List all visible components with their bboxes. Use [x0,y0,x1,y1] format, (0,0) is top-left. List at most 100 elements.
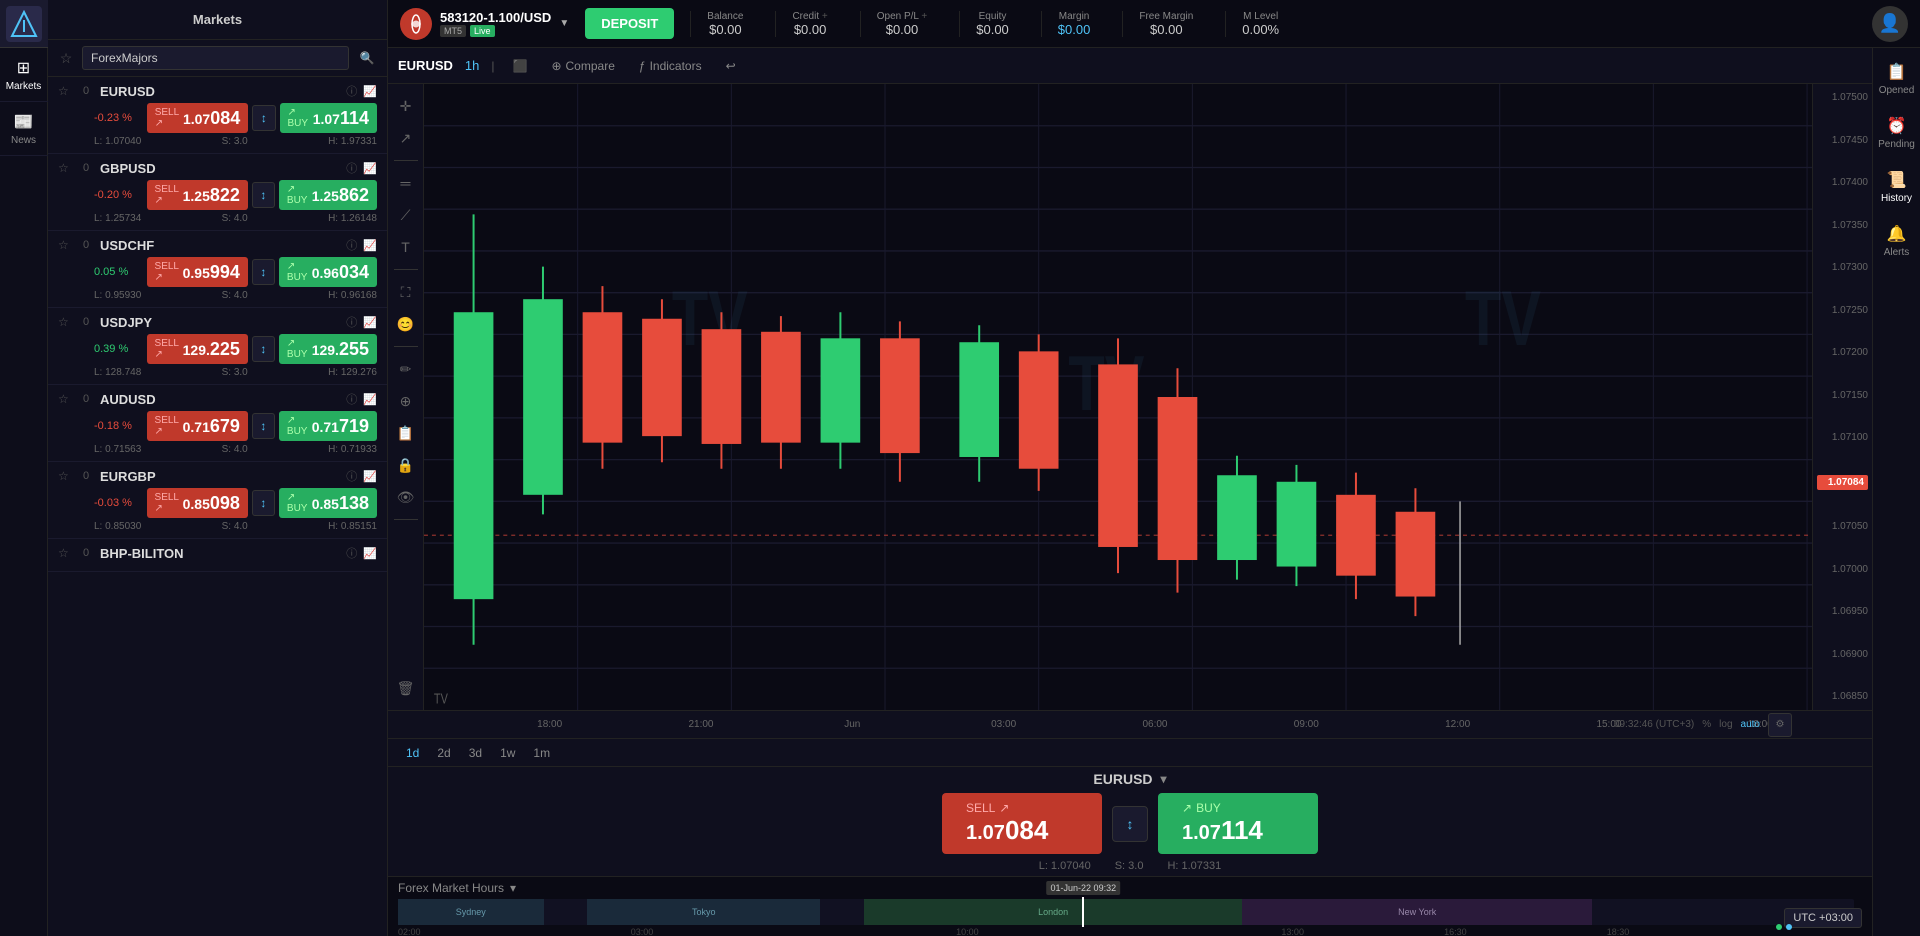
gbpusd-chart[interactable]: 📈 [363,162,377,175]
usdchf-mid-btn[interactable]: ↕ [252,259,275,285]
market-item-eurgbp[interactable]: ☆ 0 EURGBP ⓘ 📈 -0.03 % SELL ↗ 0.85098 ↕ … [48,462,387,539]
profile-button[interactable]: 👤 [1872,6,1908,42]
bhp-star[interactable]: ☆ [58,546,72,560]
eurgbp-chart[interactable]: 📈 [363,470,377,483]
eurusd-sell-btn[interactable]: SELL ↗ 1.07084 [147,103,249,133]
usdchf-star[interactable]: ☆ [58,238,72,252]
trade-sell-button[interactable]: SELL ↗ 1.07084 [942,793,1102,854]
gbpusd-info[interactable]: ⓘ [346,160,357,176]
stat-balance: Balance $0.00 [690,11,759,37]
period-2d[interactable]: 2d [429,743,458,763]
market-item-audusd[interactable]: ☆ 0 AUDUSD ⓘ 📈 -0.18 % SELL ↗ 0.71679 ↕ … [48,385,387,462]
gbpusd-star[interactable]: ☆ [58,161,72,175]
right-item-history[interactable]: 📜 History [1873,160,1920,214]
eurgbp-info[interactable]: ⓘ [346,468,357,484]
deposit-button[interactable]: DEPOSIT [585,8,674,39]
audusd-mid-btn[interactable]: ↕ [252,413,275,439]
audusd-chart[interactable]: 📈 [363,393,377,406]
chart-indicators-btn[interactable]: ƒ Indicators [633,57,708,75]
market-item-usdchf[interactable]: ☆ 0 USDCHF ⓘ 📈 0.05 % SELL ↗ 0.95994 ↕ ↗… [48,231,387,308]
market-item-gbpusd[interactable]: ☆ 0 GBPUSD ⓘ 📈 -0.20 % SELL ↗ 1.25822 ↕ … [48,154,387,231]
market-item-usdjpy[interactable]: ☆ 0 USDJPY ⓘ 📈 0.39 % SELL ↗ 129.225 ↕ ↗… [48,308,387,385]
nav-item-markets[interactable]: ⊞ Markets [0,48,48,102]
eurgbp-sell-btn[interactable]: SELL ↗ 0.85098 [147,488,248,518]
draw-tool-10[interactable]: 🔒 [392,451,420,479]
eurgbp-change: -0.03 % [94,497,143,509]
usdjpy-chart[interactable]: 📈 [363,316,377,329]
alerts-icon: 🔔 [1887,224,1907,244]
usdchf-sell-btn[interactable]: SELL ↗ 0.95994 [147,257,248,287]
draw-tool-2[interactable]: ═ [392,169,420,197]
crosshair-tool[interactable]: ✛ [392,92,420,120]
usdjpy-buy-btn[interactable]: ↗ BUY 129.255 [279,334,377,364]
market-item-eurusd[interactable]: ☆ 0 EURUSD ⓘ 📈 -0.23 % SELL ↗ 1.07084 ↕ … [48,77,387,154]
eurusd-chart[interactable]: 📈 [363,85,377,98]
period-1w[interactable]: 1w [492,743,523,763]
audusd-star[interactable]: ☆ [58,392,72,406]
chart-auto[interactable]: auto [1741,719,1760,730]
utc-button[interactable]: UTC +03:00 [1784,908,1862,928]
draw-tool-7[interactable]: ✏ [392,355,420,383]
gbpusd-buy-btn[interactable]: ↗ BUY 1.25862 [279,180,377,210]
period-3d[interactable]: 3d [461,743,490,763]
period-bar: 1d 2d 3d 1w 1m [388,738,1872,766]
chart-candlestick-btn[interactable]: ⬛ [507,57,534,75]
right-item-alerts[interactable]: 🔔 Alerts [1873,214,1920,268]
right-item-pending[interactable]: ⏰ Pending [1873,106,1920,160]
usdchf-change: 0.05 % [94,266,143,278]
audusd-buy-btn[interactable]: ↗ BUY 0.71719 [279,411,377,441]
trade-mid-button[interactable]: ↕ [1112,806,1148,842]
draw-tool-delete[interactable]: 🗑 [392,674,420,702]
eurusd-star[interactable]: ☆ [58,84,72,98]
draw-tool-6[interactable]: 😊 [392,310,420,338]
usdjpy-star[interactable]: ☆ [58,315,72,329]
eurusd-buy-btn[interactable]: ↗ BUY 1.07114 [280,103,378,133]
market-search-btn[interactable]: 🔍 [355,46,379,70]
gbpusd-sell-btn[interactable]: SELL ↗ 1.25822 [147,180,248,210]
audusd-info[interactable]: ⓘ [346,391,357,407]
usdchf-info[interactable]: ⓘ [346,237,357,253]
dot-green [1776,924,1782,930]
bhp-chart[interactable]: 📈 [363,547,377,560]
forex-dropdown-icon[interactable]: ▾ [510,881,516,895]
draw-tool-4[interactable]: T [392,233,420,261]
usdjpy-mid-btn[interactable]: ↕ [252,336,275,362]
draw-tool-9[interactable]: 📋 [392,419,420,447]
eurgbp-buy-btn[interactable]: ↗ BUY 0.85138 [279,488,377,518]
period-1m[interactable]: 1m [525,743,558,763]
period-1d[interactable]: 1d [398,743,427,763]
usdjpy-sell-btn[interactable]: SELL ↗ 129.225 [147,334,248,364]
draw-tool-11[interactable]: 👁 [392,483,420,511]
history-icon: 📜 [1887,170,1907,190]
trade-buy-button[interactable]: ↗ BUY 1.07114 [1158,793,1318,854]
draw-sep-3 [394,346,418,347]
eurusd-info[interactable]: ⓘ [346,83,357,99]
draw-tool-3[interactable]: ⟋ [392,201,420,229]
draw-tool-5[interactable]: ⛶ [392,278,420,306]
eurgbp-star[interactable]: ☆ [58,469,72,483]
draw-tool-8[interactable]: ⊕ [392,387,420,415]
right-item-opened[interactable]: 📋 Opened [1873,52,1920,106]
trading-symbol-dropdown[interactable]: ▾ [1161,772,1167,786]
market-item-bhp[interactable]: ☆ 0 BHP-BILITON ⓘ 📈 [48,539,387,572]
chart-compare-btn[interactable]: ⊕ Compare [545,57,620,75]
chart-settings-btn[interactable]: ⚙ [1768,713,1792,737]
bhp-info[interactable]: ⓘ [346,545,357,561]
chart-timeframe[interactable]: 1h [465,58,479,73]
usdjpy-info[interactable]: ⓘ [346,314,357,330]
asset-selector[interactable]: 583120-1.100/USD MT5 Live ▼ [400,8,569,40]
usdchf-buy-btn[interactable]: ↗ BUY 0.96034 [279,257,377,287]
market-filter-select[interactable]: ForexMajors Crypto Stocks Indices Commod… [82,46,349,70]
usdchf-chart[interactable]: 📈 [363,239,377,252]
eurgbp-mid-btn[interactable]: ↕ [252,490,275,516]
draw-tool-1[interactable]: ↗ [392,124,420,152]
gbpusd-mid-btn[interactable]: ↕ [252,182,275,208]
nav-item-news[interactable]: 📰 News [0,102,48,156]
price-1.07000: 1.07000 [1817,564,1868,575]
favorite-filter-btn[interactable]: ☆ [56,48,76,68]
chart-symbol: EURUSD [398,58,453,73]
audusd-sell-btn[interactable]: SELL ↗ 0.71679 [147,411,248,441]
eurusd-mid-btn[interactable]: ↕ [252,105,275,131]
chart-undo-btn[interactable]: ↩ [720,57,742,75]
time-marker: 01-Jun-22 09:32 [1082,897,1084,927]
